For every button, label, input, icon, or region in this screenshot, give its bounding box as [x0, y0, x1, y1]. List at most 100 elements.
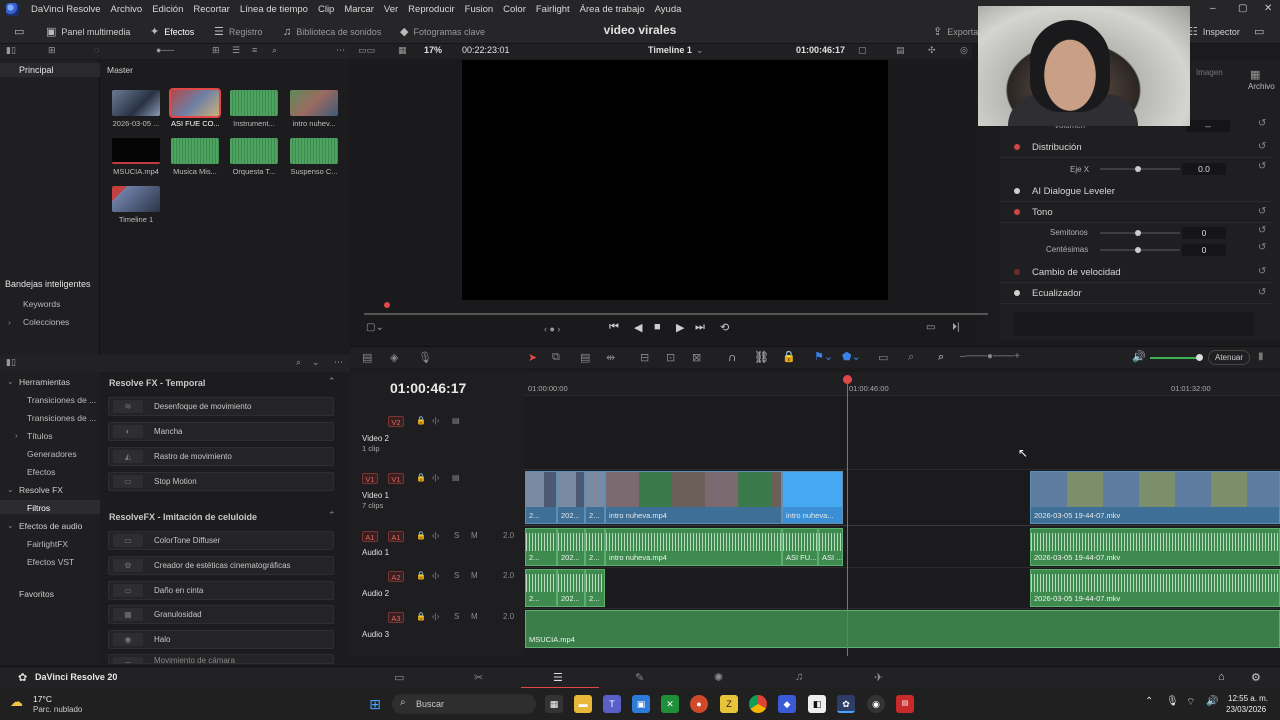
sidebar-toggle-icon[interactable]: ▮▯: [6, 357, 16, 368]
clock-date[interactable]: 23/03/2026: [1226, 705, 1266, 714]
lock-icon[interactable]: 🔒: [416, 571, 426, 580]
smart-bin-keywords[interactable]: Keywords: [23, 299, 60, 309]
display-mode-icon[interactable]: ▤: [896, 45, 905, 56]
play-icon[interactable]: ▶: [676, 321, 684, 334]
reset-icon[interactable]: ↺: [1258, 141, 1266, 152]
menu-color[interactable]: Color: [498, 4, 531, 15]
search-icon[interactable]: ⌕: [272, 45, 277, 56]
bypass-icon[interactable]: ◎: [960, 45, 968, 56]
video-clip[interactable]: 2026-03-05 19-44-07.mkv: [1030, 471, 1280, 524]
timeline-selector[interactable]: Timeline 1: [648, 45, 692, 55]
inspector-tab-archivo[interactable]: Archivo: [1248, 82, 1275, 91]
enable-dot-icon[interactable]: [1014, 290, 1020, 296]
edit-page-icon[interactable]: ☰: [553, 671, 563, 684]
track-tag-a2[interactable]: A2: [388, 571, 404, 582]
media-clip[interactable]: Instrument...: [230, 90, 278, 128]
play-reverse-icon[interactable]: ◀: [634, 321, 642, 334]
auto-select-icon[interactable]: ‹|›: [432, 571, 439, 580]
category-celuloide[interactable]: ResolveFX - Imitación de celuloide: [109, 512, 257, 522]
timeline-view-icon[interactable]: ▤: [362, 351, 372, 364]
app-icon[interactable]: ▦: [545, 695, 563, 713]
chevron-right-icon[interactable]: ›: [8, 317, 11, 327]
app-icon[interactable]: ●: [690, 695, 708, 713]
video-clip[interactable]: intro nuheva...: [782, 471, 843, 524]
reset-icon[interactable]: ↺: [1258, 225, 1266, 236]
equalizer-section[interactable]: Ecualizador ↺: [1000, 284, 1272, 304]
menu-fairlight[interactable]: Fairlight: [531, 4, 575, 15]
weather-temp[interactable]: 17°C: [33, 694, 52, 704]
menu-edicion[interactable]: Edición: [147, 4, 188, 15]
video-clip[interactable]: 2...: [585, 471, 605, 524]
marker-icon[interactable]: ⬟⌄: [842, 350, 861, 363]
smart-bin-colecciones[interactable]: Colecciones: [23, 317, 69, 327]
media-page-icon[interactable]: ▭: [394, 671, 404, 684]
solo-button[interactable]: S: [454, 531, 459, 540]
pitch-section[interactable]: Tono ↺: [1000, 203, 1272, 223]
cents-value[interactable]: 0: [1182, 244, 1226, 256]
sidebar-toggle-icon[interactable]: ▮▯: [6, 45, 16, 56]
chevron-down-icon[interactable]: ⌄: [7, 377, 14, 386]
volume-value[interactable]: --: [1186, 120, 1230, 132]
smart-bin-icon[interactable]: ◌: [94, 45, 99, 55]
effect-item[interactable]: ⚙ Creador de estéticas cinematográficas: [108, 556, 334, 575]
clip-mode-icon[interactable]: ▦: [398, 45, 407, 56]
search-icon[interactable]: ⌕: [296, 357, 301, 368]
ai-dialogue-leveler-section[interactable]: AI Dialogue Leveler: [1000, 182, 1272, 202]
audio-clip[interactable]: 2...: [525, 569, 557, 607]
grid-view-icon[interactable]: ⊞: [212, 45, 220, 56]
link-icon[interactable]: ⛓: [754, 350, 769, 364]
eje-x-value[interactable]: 0.0: [1182, 163, 1226, 175]
playhead-line[interactable]: [847, 380, 848, 656]
effect-item[interactable]: ◉ Halo: [108, 630, 334, 649]
close-icon[interactable]: ✕: [1264, 3, 1272, 14]
lock-icon[interactable]: 🔒: [416, 473, 426, 482]
solo-button[interactable]: S: [454, 571, 459, 580]
stop-icon[interactable]: ■: [654, 321, 661, 333]
list-view-icon[interactable]: ☰: [232, 45, 240, 56]
audio-clip[interactable]: 2...: [585, 528, 605, 566]
tree-titulos[interactable]: Títulos: [27, 431, 53, 441]
replace-clip-icon[interactable]: ⊠: [692, 351, 701, 364]
reset-icon[interactable]: ↺: [1258, 266, 1266, 277]
mute-track-button[interactable]: M: [471, 571, 478, 580]
track-name-video1[interactable]: Video 1: [362, 491, 389, 500]
log-button[interactable]: ☰ Registro: [214, 19, 262, 44]
overwrite-clip-icon[interactable]: ⊡: [666, 351, 675, 364]
track-visibility-icon[interactable]: ▤: [452, 473, 460, 482]
media-clip[interactable]: Suspenso C...: [290, 138, 338, 176]
chrome-icon[interactable]: [749, 695, 767, 713]
select-arrow-icon[interactable]: ➤: [528, 351, 537, 364]
tree-efectos[interactable]: Efectos: [27, 467, 55, 477]
effect-item[interactable]: ◐ Mancha: [108, 422, 334, 441]
reset-icon[interactable]: ↺: [1258, 206, 1266, 217]
chevron-down-icon[interactable]: ⌄: [696, 45, 704, 56]
effect-item[interactable]: ▭ Movimiento de cámara: [108, 654, 334, 664]
audio-clip[interactable]: 2...: [525, 528, 557, 566]
effect-item[interactable]: ▭ ColorTone Diffuser: [108, 531, 334, 550]
taskbar-search[interactable]: ⌕ Buscar: [392, 694, 536, 714]
solo-button[interactable]: S: [454, 612, 459, 621]
track-visibility-icon[interactable]: ▤: [452, 416, 460, 425]
menu-ver[interactable]: Ver: [379, 4, 403, 15]
timeline-tracks[interactable]: 01:00:00:00 01:00:46:00 01:01:32:00 2...…: [524, 372, 1280, 656]
reset-icon[interactable]: ↺: [1258, 242, 1266, 253]
enable-dot-icon[interactable]: [1014, 188, 1020, 194]
tree-favoritos[interactable]: Favoritos: [19, 589, 54, 599]
audio-clip[interactable]: MSUCIA.mp4: [525, 610, 1280, 648]
media-clip[interactable]: Orquesta T...: [230, 138, 278, 176]
viewer-layout-icon[interactable]: ▭▭: [358, 45, 375, 56]
snapping-icon[interactable]: ∩: [728, 350, 737, 364]
eq-graph[interactable]: [1014, 312, 1254, 336]
track-name-audio3[interactable]: Audio 3: [362, 630, 389, 639]
scrub-playhead[interactable]: [384, 302, 390, 308]
media-clip[interactable]: 2026-03-05 ...: [112, 90, 160, 128]
meter-icon[interactable]: ▮: [1258, 351, 1264, 362]
zoom-full-icon[interactable]: ▭: [878, 351, 888, 364]
reset-icon[interactable]: ↺: [1258, 161, 1266, 172]
mute-track-button[interactable]: M: [471, 531, 478, 540]
timeline-ruler[interactable]: [524, 372, 1280, 396]
home-icon[interactable]: ⌂: [1218, 671, 1225, 683]
media-clip[interactable]: ASI FUE CO...: [169, 88, 221, 128]
menu-clip[interactable]: Clip: [313, 4, 339, 15]
category-temporal[interactable]: Resolve FX - Temporal: [109, 378, 205, 388]
